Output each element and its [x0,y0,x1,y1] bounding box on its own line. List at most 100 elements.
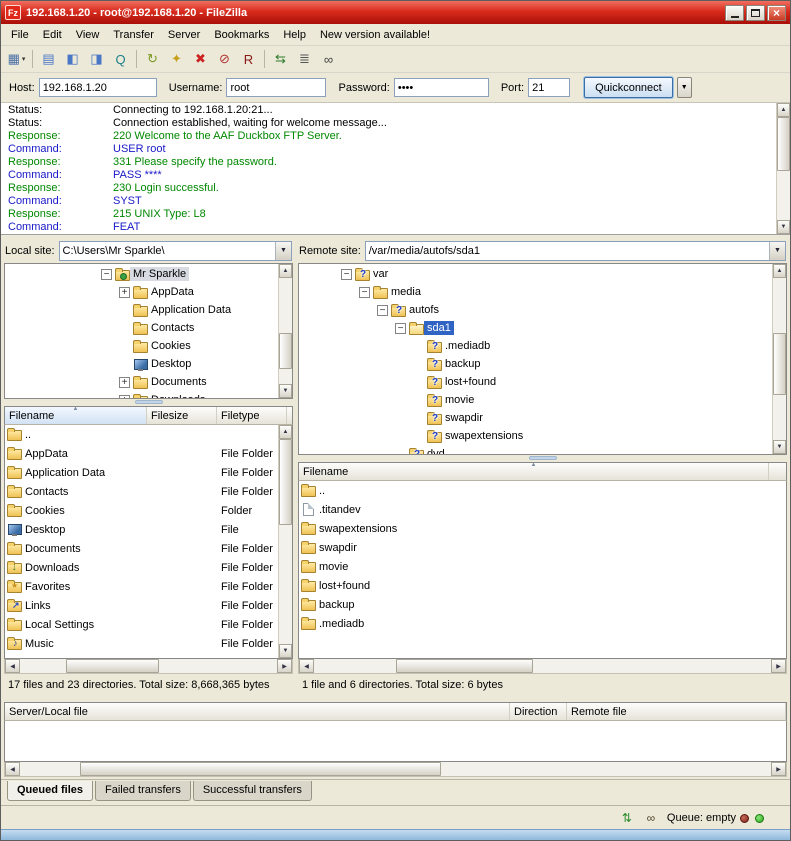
file-row-mediadb[interactable]: .mediadb [299,614,786,633]
remote-splitter-sash[interactable] [298,455,787,462]
file-row-swapdir[interactable]: swapdir [299,538,786,557]
username-input[interactable] [226,78,326,97]
filter-icon[interactable]: ∞ [643,810,659,825]
scroll-up-icon[interactable]: ▲ [279,264,292,278]
remote-tree-item-dvd[interactable]: dvd [299,445,772,454]
local-tree-item-contacts[interactable]: Contacts [5,319,278,337]
file-row-titandev[interactable]: .titandev [299,500,786,519]
sash-grip[interactable] [135,400,163,404]
tree-expander-plus-icon[interactable]: + [119,377,130,388]
menu-file[interactable]: File [4,26,36,44]
scrollbar-track[interactable] [279,439,292,644]
remote-list-hscrollbar[interactable]: ◀ ▶ [298,659,787,674]
local-tree-item-downloads[interactable]: +Downloads [5,391,278,398]
scroll-down-icon[interactable]: ▼ [279,644,292,658]
menu-server[interactable]: Server [161,26,207,44]
quickconnect-button[interactable]: Quickconnect [584,77,673,98]
chevron-down-icon[interactable]: ▼ [275,242,291,260]
tab-failed-transfers[interactable]: Failed transfers [95,781,191,801]
menu-view[interactable]: View [69,26,107,44]
menu-bookmarks[interactable]: Bookmarks [207,26,276,44]
remote-tree-item-movie[interactable]: movie [299,391,772,409]
local-tree-item-desktop[interactable]: Desktop [5,355,278,373]
toggle-message-log-button[interactable]: ▤ [37,48,60,70]
remote-tree-item-autofs[interactable]: −autofs [299,301,772,319]
scrollbar-thumb[interactable] [773,333,786,395]
chevron-down-icon[interactable]: ▼ [769,242,785,260]
password-input[interactable] [394,78,489,97]
local-tree-item-mr-sparkle[interactable]: −Mr Sparkle [5,265,278,283]
file-row-links[interactable]: LinksFile Folder [5,596,278,615]
file-row-swapextensions[interactable]: swapextensions [299,519,786,538]
column-header-filetype[interactable]: Filetype [217,407,287,424]
column-header-filename[interactable]: Filename [5,407,147,424]
local-tree-item-documents[interactable]: +Documents [5,373,278,391]
scrollbar-track[interactable] [777,117,790,220]
column-header-remote-file[interactable]: Remote file [567,703,786,720]
scrollbar-track[interactable] [279,278,292,384]
scrollbar-thumb[interactable] [777,117,790,171]
tab-queued-files[interactable]: Queued files [7,781,93,801]
scroll-down-icon[interactable]: ▼ [773,440,786,454]
disconnect-button[interactable]: ⊘ [213,48,236,70]
file-row-lost-found[interactable]: lost+found [299,576,786,595]
file-row-documents[interactable]: DocumentsFile Folder [5,539,278,558]
find-files-button[interactable]: ∞ [317,48,340,70]
menu-new-version-available[interactable]: New version available! [313,26,437,44]
file-row-movie[interactable]: movie [299,557,786,576]
reconnect-button[interactable]: R [237,48,260,70]
scroll-right-icon[interactable]: ▶ [771,659,786,673]
column-header-filename[interactable]: Filename [299,463,769,480]
queue-hscrollbar[interactable]: ◀ ▶ [4,762,787,777]
menu-edit[interactable]: Edit [36,26,69,44]
sash-grip[interactable] [529,456,557,460]
local-tree-item-appdata[interactable]: +AppData [5,283,278,301]
remote-tree-item-media[interactable]: −media [299,283,772,301]
toggle-remote-tree-button[interactable]: ◨ [85,48,108,70]
menu-help[interactable]: Help [276,26,313,44]
maximize-button[interactable] [746,5,765,21]
tree-expander-plus-icon[interactable]: + [119,395,130,399]
local-tree-item-cookies[interactable]: Cookies [5,337,278,355]
tree-expander-minus-icon[interactable]: − [395,323,406,334]
cancel-button[interactable]: ✖ [189,48,212,70]
column-header-filesize[interactable]: Filesize [147,407,217,424]
file-row-parent-dir[interactable]: .. [299,481,786,500]
scroll-left-icon[interactable]: ◀ [5,659,20,673]
speed-limits-icon[interactable]: ⇅ [619,810,635,825]
menu-transfer[interactable]: Transfer [106,26,161,44]
scroll-down-icon[interactable]: ▼ [777,220,790,234]
file-row-application-data[interactable]: Application DataFile Folder [5,463,278,482]
log-scrollbar[interactable]: ▲ ▼ [776,103,790,234]
tab-successful-transfers[interactable]: Successful transfers [193,781,312,801]
file-row-music[interactable]: MusicFile Folder [5,634,278,653]
local-list-hscrollbar[interactable]: ◀ ▶ [4,659,293,674]
local-tree-scrollbar[interactable]: ▲ ▼ [278,264,292,398]
file-row-backup[interactable]: backup [299,595,786,614]
close-button[interactable]: × [767,5,786,21]
file-row-desktop[interactable]: DesktopFile [5,520,278,539]
local-site-combo[interactable]: C:\Users\Mr Sparkle\ ▼ [59,241,292,261]
process-queue-button[interactable]: ✦ [165,48,188,70]
scroll-down-icon[interactable]: ▼ [279,384,292,398]
toggle-queue-button[interactable]: Q [109,48,132,70]
remote-tree-item-swapextensions[interactable]: swapextensions [299,427,772,445]
quickconnect-dropdown-button[interactable]: ▼ [677,77,692,98]
scroll-left-icon[interactable]: ◀ [5,762,20,776]
scrollbar-track[interactable] [314,659,771,673]
scrollbar-track[interactable] [773,278,786,440]
scrollbar-track[interactable] [20,762,771,776]
local-splitter-sash[interactable] [4,399,293,406]
file-row-downloads[interactable]: DownloadsFile Folder [5,558,278,577]
scroll-up-icon[interactable]: ▲ [777,103,790,117]
tree-expander-minus-icon[interactable]: − [377,305,388,316]
site-manager-button[interactable]: ▦▾ [5,48,28,70]
remote-site-combo[interactable]: /var/media/autofs/sda1 ▼ [365,241,786,261]
scroll-right-icon[interactable]: ▶ [771,762,786,776]
scroll-up-icon[interactable]: ▲ [279,425,292,439]
scrollbar-thumb[interactable] [279,439,292,525]
remote-tree-item-swapdir[interactable]: swapdir [299,409,772,427]
file-row-appdata[interactable]: AppDataFile Folder [5,444,278,463]
tree-expander-minus-icon[interactable]: − [359,287,370,298]
remote-tree-scrollbar[interactable]: ▲ ▼ [772,264,786,454]
